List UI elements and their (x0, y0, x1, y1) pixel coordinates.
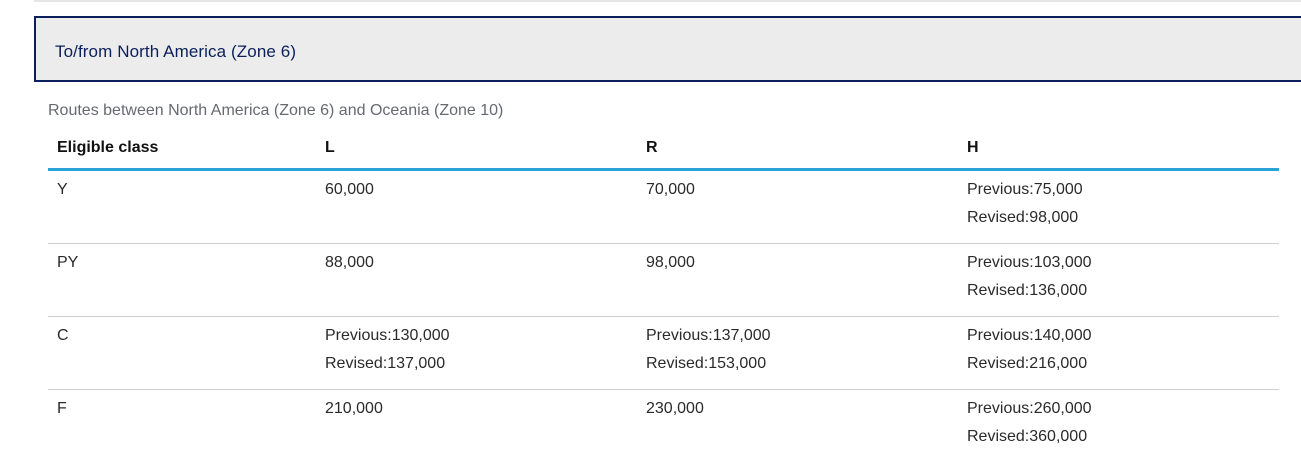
table-caption: Routes between North America (Zone 6) an… (48, 102, 504, 119)
mileage-value: Previous:140,000 (967, 327, 1092, 344)
cell-l-miles: 88,000 (316, 243, 637, 317)
class-code: F (57, 400, 67, 417)
award-chart-table: Eligible class L R H Y 60,000 70,000 Previo… (48, 128, 1279, 462)
mileage-value: Previous:137,000 (646, 327, 771, 344)
class-code: C (57, 327, 69, 344)
cell-eligible-class: F (48, 390, 316, 463)
mileage-value: Revised:153,000 (646, 355, 767, 372)
section-title: To/from North America (Zone 6) (55, 42, 297, 61)
cell-h-miles: Previous:140,000 Revised:216,000 (958, 316, 1279, 390)
mileage-value: Revised:360,000 (967, 428, 1088, 445)
column-header-eligible-class: Eligible class (48, 128, 316, 171)
cell-l-miles: 60,000 (316, 169, 637, 244)
cell-h-miles: Previous:103,000 Revised:136,000 (958, 243, 1279, 317)
cell-eligible-class: C (48, 316, 316, 390)
mileage-value: 60,000 (325, 181, 374, 198)
mileage-value: Revised:136,000 (967, 282, 1088, 299)
cell-eligible-class: Y (48, 169, 316, 244)
cell-r-miles: 70,000 (637, 169, 958, 244)
cell-h-miles: Previous:75,000 Revised:98,000 (958, 169, 1279, 244)
mileage-value: 98,000 (646, 254, 695, 271)
zone-section-header[interactable]: To/from North America (Zone 6) (34, 16, 1301, 82)
mileage-value: Previous:103,000 (967, 254, 1092, 271)
cell-r-miles: Previous:137,000 Revised:153,000 (637, 316, 958, 390)
top-divider (34, 0, 1301, 2)
mileage-value: 70,000 (646, 181, 695, 198)
mileage-value: 210,000 (325, 400, 383, 417)
mileage-value: Previous:75,000 (967, 181, 1083, 198)
mileage-value: Previous:260,000 (967, 400, 1092, 417)
cell-l-miles: 210,000 (316, 390, 637, 463)
table-row: C Previous:130,000 Revised:137,000 Previous… (48, 316, 1279, 390)
column-header-h: H (958, 128, 1279, 171)
cell-eligible-class: PY (48, 243, 316, 317)
table-body: Y 60,000 70,000 Previous:75,000 Revised:98,0… (48, 169, 1279, 463)
table-row: F 210,000 230,000 Previous:260,000 Revised:3… (48, 390, 1279, 463)
cell-l-miles: Previous:130,000 Revised:137,000 (316, 316, 637, 390)
mileage-value: Revised:216,000 (967, 355, 1088, 372)
cell-h-miles: Previous:260,000 Revised:360,000 (958, 390, 1279, 463)
column-header-r: R (637, 128, 958, 171)
mileage-value: Revised:98,000 (967, 209, 1079, 226)
mileage-value: Revised:137,000 (325, 355, 446, 372)
table-row: PY 88,000 98,000 Previous:103,000 Revised:13… (48, 243, 1279, 317)
table-header-row: Eligible class L R H (48, 128, 1279, 171)
table-row: Y 60,000 70,000 Previous:75,000 Revised:98,0… (48, 169, 1279, 244)
class-code: PY (57, 254, 79, 271)
class-code: Y (57, 181, 68, 198)
cell-r-miles: 98,000 (637, 243, 958, 317)
mileage-value: Previous:130,000 (325, 327, 450, 344)
mileage-value: 230,000 (646, 400, 704, 417)
column-header-l: L (316, 128, 637, 171)
mileage-value: 88,000 (325, 254, 374, 271)
cell-r-miles: 230,000 (637, 390, 958, 463)
